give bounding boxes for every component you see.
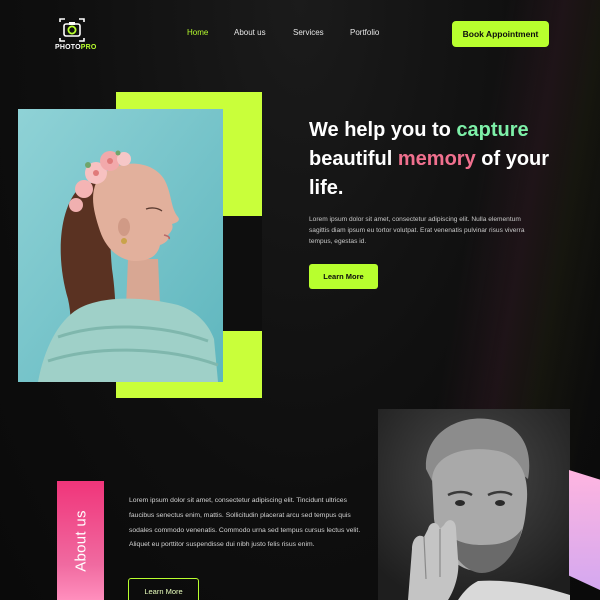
nav-portfolio[interactable]: Portfolio [350,28,379,37]
headline-text: beautiful [309,148,398,170]
about-photo-man [378,409,570,600]
hero-frame-notch [223,216,262,331]
hero-photo-woman [18,109,223,382]
brand-wordmark: PHOTOPRO [55,44,96,51]
camera-icon [59,18,85,42]
nav-about-us[interactable]: About us [234,28,266,37]
brand-logo[interactable]: PHOTOPRO [55,18,96,56]
about-description: Lorem ipsum dolor sit amet, consectetur … [129,497,361,549]
about-us-tag-label: About us [72,509,89,572]
brand-name-part2: PRO [80,44,97,51]
hero-description: Lorem ipsum dolor sit amet, consectetur … [309,216,525,246]
headline-text: of your [475,148,550,170]
nav-home[interactable]: Home [187,28,208,37]
hero-learn-more-button[interactable]: Learn More [309,264,378,289]
headline-text: We help you to [309,119,457,141]
nav-services[interactable]: Services [293,28,324,37]
headline-text: life. [309,177,344,199]
about-learn-more-button[interactable]: Learn More [128,578,199,600]
book-appointment-button[interactable]: Book Appointment [452,21,549,47]
headline-highlight-memory: memory [397,148,476,170]
decorative-pink-accent [569,470,600,590]
hero-headline: We help you to capture beautiful memory … [309,116,569,203]
about-us-tag: About us [57,481,104,600]
headline-highlight-capture: capture [456,119,529,141]
brand-name-part1: PHOTO [55,44,81,51]
